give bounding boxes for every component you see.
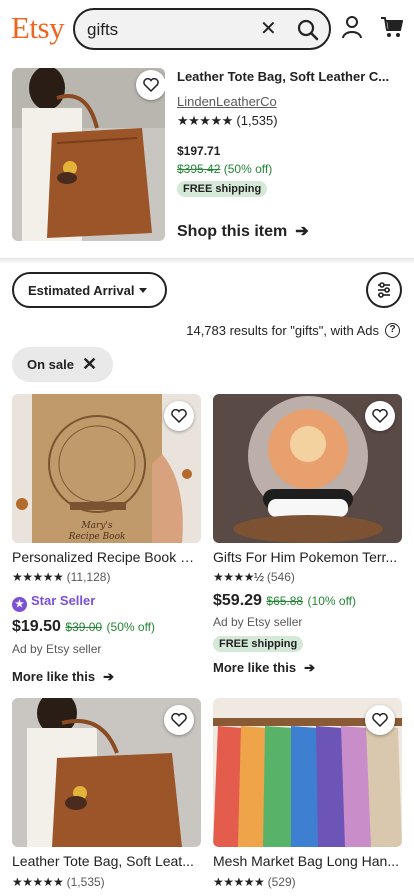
results-count: 14,783 results for "gifts", with Ads — [186, 323, 379, 338]
listing-price: $59.29 $65.88 (10% off) — [213, 592, 357, 609]
star-rating-icon: ★★★★★ — [12, 570, 64, 584]
star-rating-icon: ★★★★★ — [177, 113, 233, 128]
listing-image-mesh-bags[interactable] — [213, 698, 402, 847]
star-rating-icon: ★★★★½ — [213, 570, 264, 584]
star-rating-icon: ★★★★★ — [12, 875, 64, 889]
favorite-button[interactable] — [164, 401, 194, 431]
featured-title[interactable]: Leather Tote Bag, Soft Leather C... — [177, 69, 399, 84]
favorite-button[interactable] — [365, 401, 395, 431]
featured-product-image[interactable] — [12, 68, 165, 241]
arrow-right-icon: ➔ — [304, 660, 315, 675]
svg-text:Mary's: Mary's — [80, 521, 112, 531]
featured-ad-card[interactable]: Leather Tote Bag, Soft Leather C... Lind… — [0, 58, 414, 258]
listing-image-pokeball-terrarium[interactable] — [213, 394, 402, 543]
sliders-icon — [378, 282, 390, 298]
remove-filter-icon[interactable]: ✕ — [82, 355, 97, 373]
listing-rating: ★★★★½ (546) — [213, 570, 295, 584]
listing-title[interactable]: Gifts For Him Pokemon Terr... — [213, 549, 402, 565]
featured-review-count: (1,535) — [236, 113, 278, 128]
ad-label: Ad by Etsy seller — [12, 642, 102, 656]
listing-price: $19.50 $39.00 (50% off) — [12, 618, 156, 635]
featured-free-shipping: FREE shipping — [177, 179, 268, 197]
section-divider — [0, 258, 414, 264]
listing-image-recipe-book[interactable]: Mary's Recipe Book — [12, 394, 201, 543]
more-like-this-link[interactable]: More like this ➔ — [12, 669, 114, 685]
star-seller-badge: ★ Star Seller — [12, 593, 95, 612]
etsy-logo[interactable]: Etsy — [11, 10, 65, 46]
favorite-button[interactable] — [164, 705, 194, 735]
arrow-right-icon: ➔ — [295, 223, 309, 240]
listing-rating: ★★★★★ (11,128) — [12, 570, 111, 584]
search-bar[interactable]: gifts ✕ — [73, 8, 331, 50]
featured-price: $197.71 — [177, 144, 221, 158]
listing-title[interactable]: Personalized Recipe Book B... — [12, 549, 201, 565]
sort-dropdown[interactable]: Estimated Arrival — [12, 272, 167, 308]
caret-down-icon — [139, 288, 147, 293]
listing-rating: ★★★★★ (1,535) — [12, 875, 105, 889]
star-rating-icon: ★★★★★ — [213, 875, 265, 889]
account-icon[interactable] — [340, 15, 364, 44]
featured-original-price: $395.42 (50% off) — [177, 162, 273, 176]
search-icon[interactable] — [297, 19, 319, 46]
search-input[interactable]: gifts — [87, 20, 118, 40]
featured-rating: ★★★★★ (1,535) — [177, 113, 278, 129]
clear-search-icon[interactable]: ✕ — [260, 19, 277, 39]
favorite-button[interactable] — [365, 705, 395, 735]
listing-image-leather-tote[interactable] — [12, 698, 201, 847]
filter-settings-button[interactable] — [366, 272, 402, 308]
listing-title[interactable]: Mesh Market Bag Long Han... — [213, 853, 402, 869]
free-shipping-badge: FREE shipping — [213, 634, 304, 652]
listing-title[interactable]: Leather Tote Bag, Soft Leat... — [12, 853, 201, 869]
svg-text:Recipe Book: Recipe Book — [68, 532, 126, 542]
shop-this-item-link[interactable]: Shop this item ➔ — [177, 221, 309, 241]
ad-label: Ad by Etsy seller — [213, 615, 303, 629]
cart-icon[interactable] — [380, 15, 404, 44]
star-seller-icon: ★ — [12, 597, 27, 612]
more-like-this-link[interactable]: More like this ➔ — [213, 660, 315, 676]
favorite-button[interactable] — [136, 70, 165, 100]
featured-shop-link[interactable]: LindenLeatherCo — [177, 94, 277, 109]
top-header: Etsy gifts ✕ — [0, 0, 414, 58]
arrow-right-icon: ➔ — [103, 669, 114, 684]
on-sale-chip[interactable]: On sale ✕ — [12, 347, 113, 382]
listing-rating: ★★★★★ (529) — [213, 875, 296, 889]
help-icon[interactable]: ? — [385, 323, 400, 338]
